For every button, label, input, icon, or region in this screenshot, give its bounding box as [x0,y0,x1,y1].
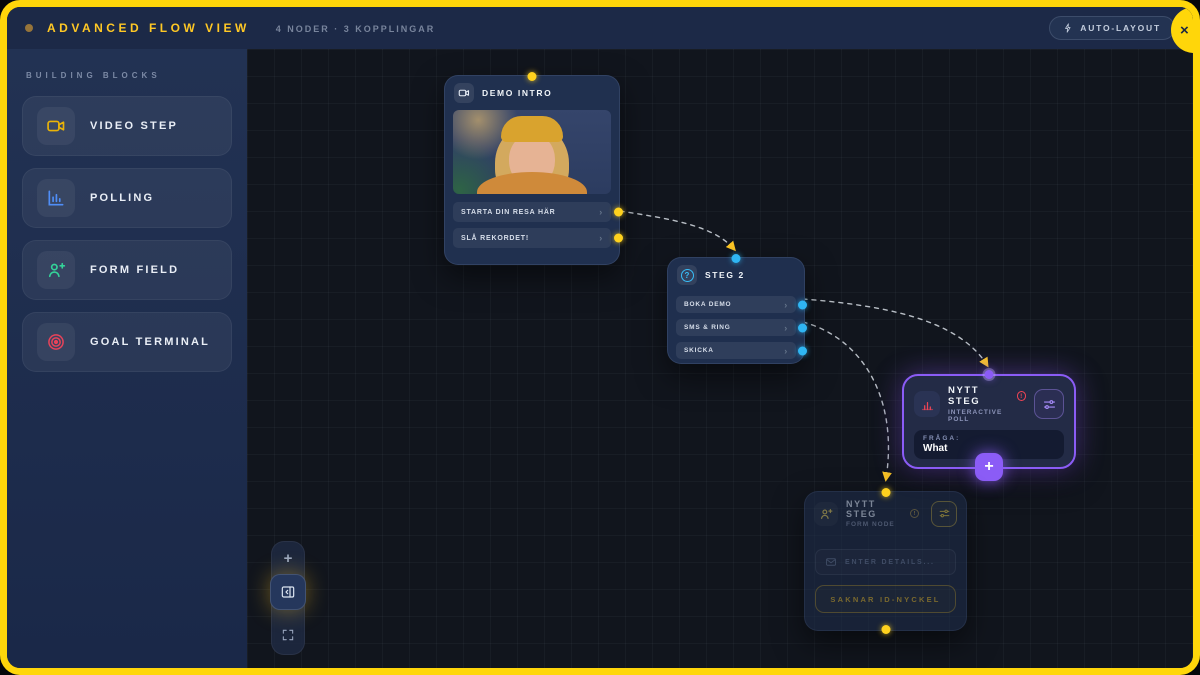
input-port[interactable] [985,370,994,379]
add-option-button[interactable]: + [975,453,1003,481]
warning-icon: ! [910,509,919,518]
chevron-right-icon: › [784,300,788,310]
choice-label: SKICKA [684,347,714,354]
sidebar: BUILDING BLOCKS VIDEO STEP POLLING [7,49,247,668]
sidebar-item-polling[interactable]: POLLING [22,168,232,228]
node-title: NYTT STEG [846,499,898,519]
choice-row[interactable]: STARTA DIN RESA HÄR › [453,202,611,222]
node-demo-intro[interactable]: DEMO INTRO STARTA DIN RESA HÄR › [444,75,620,265]
target-icon [37,323,75,361]
envelope-icon [825,556,837,568]
sidebar-heading: BUILDING BLOCKS [26,71,232,80]
choice-row[interactable]: BOKA DEMO › [676,296,796,313]
topbar: ADVANCED FLOW VIEW 4 NODER · 3 KOPPLINGA… [7,7,1193,49]
chevron-right-icon: › [599,207,603,217]
sidebar-item-form-field[interactable]: FORM FIELD [22,240,232,300]
auto-layout-button[interactable]: AUTO-LAYOUT [1049,16,1175,40]
sliders-icon [1042,397,1057,412]
video-camera-icon [454,83,474,103]
chevron-right-icon: › [784,323,788,333]
choice-row[interactable]: SLÅ REKORDET! › [453,228,611,248]
toggle-sidebar-button[interactable] [270,574,306,610]
input-port[interactable] [528,72,537,81]
output-port[interactable] [881,625,890,634]
output-port[interactable] [798,300,807,309]
choice-list: STARTA DIN RESA HÄR › SLÅ REKORDET! › [453,202,611,248]
node-settings-button[interactable] [931,501,957,527]
video-camera-icon [37,107,75,145]
main-area: BUILDING BLOCKS VIDEO STEP POLLING [7,49,1193,668]
choice-label: BOKA DEMO [684,301,731,308]
sidebar-item-video-step[interactable]: VIDEO STEP [22,96,232,156]
chevron-right-icon: › [784,346,788,356]
node-header: NYTT STEG FORM NODE ! [805,492,966,535]
fullscreen-button[interactable] [281,628,295,642]
node-title: DEMO INTRO [482,88,552,98]
auto-layout-label: AUTO-LAYOUT [1080,23,1161,33]
fullscreen-icon [281,628,295,642]
zoom-in-button[interactable]: + [284,550,293,568]
sidebar-item-goal-terminal[interactable]: GOAL TERMINAL [22,312,232,372]
flow-canvas[interactable]: DEMO INTRO STARTA DIN RESA HÄR › [247,49,1193,668]
output-port[interactable] [614,208,623,217]
user-plus-icon [37,251,75,289]
node-nytt-steg-poll[interactable]: NYTT STEG ! INTERACTIVE POLL FRÅGA: What [902,374,1076,469]
details-input[interactable] [845,559,946,566]
edge-steg2-to-form[interactable] [803,322,888,479]
bar-chart-icon [37,179,75,217]
node-steg-2[interactable]: ? STEG 2 BOKA DEMO › SMS & RING › [667,257,805,364]
choice-label: SMS & RING [684,324,731,331]
choice-list: BOKA DEMO › SMS & RING › SKICKA › [676,296,796,359]
node-title: STEG 2 [705,270,745,280]
sidebar-item-label: GOAL TERMINAL [90,336,210,348]
details-input-wrapper [815,549,956,575]
choice-label: SLÅ REKORDET! [461,235,529,242]
bar-chart-icon [914,391,940,417]
flow-app: ADVANCED FLOW VIEW 4 NODER · 3 KOPPLINGA… [7,7,1193,668]
video-thumbnail[interactable] [453,110,611,194]
input-port[interactable] [881,488,890,497]
output-port[interactable] [798,323,807,332]
output-port[interactable] [798,346,807,355]
node-title: NYTT STEG [948,385,1012,407]
missing-id-key-button[interactable]: SAKNAR ID-NYCKEL [815,585,956,613]
output-port[interactable] [614,234,623,243]
choice-label: STARTA DIN RESA HÄR [461,209,556,216]
node-header: ? STEG 2 [668,258,804,292]
user-plus-icon [814,502,838,526]
chevron-right-icon: › [599,233,603,243]
sidebar-item-label: VIDEO STEP [90,120,178,132]
sidebar-item-label: FORM FIELD [90,264,179,276]
question-label: FRÅGA: [923,435,1055,442]
status-dot-icon [25,24,33,32]
thumb-sweater [477,172,587,194]
sidebar-item-label: POLLING [90,192,154,204]
choice-row[interactable]: SMS & RING › [676,319,796,336]
choice-row[interactable]: SKICKA › [676,342,796,359]
node-header: DEMO INTRO [445,76,619,110]
panel-left-icon [280,584,296,600]
node-nytt-steg-form[interactable]: NYTT STEG FORM NODE ! [804,491,967,631]
node-settings-button[interactable] [1034,389,1064,419]
warning-icon: ! [1017,391,1027,401]
node-subtitle: INTERACTIVE POLL [948,409,1026,423]
app-frame: ADVANCED FLOW VIEW 4 NODER · 3 KOPPLINGA… [0,0,1200,675]
canvas-toolbar: + [271,541,305,655]
flow-stats: 4 NODER · 3 KOPPLINGAR [276,24,436,34]
lightning-icon [1063,23,1073,33]
thumb-beanie [501,116,563,142]
node-subtitle: FORM NODE [846,521,898,528]
close-icon: × [1180,22,1189,39]
question-icon: ? [677,265,697,285]
sliders-icon [938,507,951,520]
close-button[interactable]: × [1171,7,1193,53]
page-title: ADVANCED FLOW VIEW [47,21,250,35]
edge-demo-to-steg2[interactable] [620,211,734,249]
edge-steg2-to-poll[interactable] [803,299,987,365]
input-port[interactable] [732,254,741,263]
node-header: NYTT STEG ! INTERACTIVE POLL [904,376,1074,427]
